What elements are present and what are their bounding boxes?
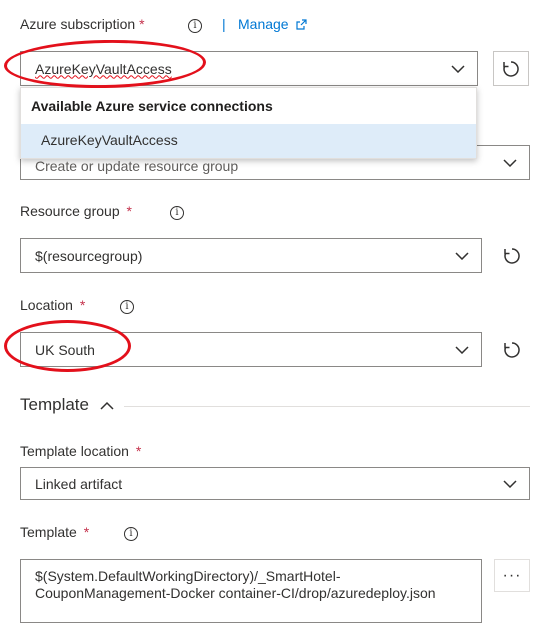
required-mark: * (126, 203, 132, 219)
location-label-text: Location (20, 297, 73, 313)
subscription-label: Azure subscription * (20, 16, 145, 32)
more-icon: ··· (502, 566, 522, 584)
dropdown-option[interactable]: AzureKeyVaultAccess (21, 124, 476, 158)
info-icon[interactable]: i (188, 19, 202, 33)
location-label: Location * (20, 297, 85, 313)
resource-group-label-text: Resource group (20, 203, 120, 219)
refresh-icon (503, 247, 520, 264)
dropdown-option-label: AzureKeyVaultAccess (41, 132, 178, 148)
manage-separator: | (222, 16, 226, 32)
required-mark: * (79, 297, 86, 313)
action-value: Create or update resource group (35, 158, 239, 174)
refresh-resource-group-button[interactable] (494, 238, 529, 273)
refresh-icon (503, 341, 520, 358)
chevron-down-icon (455, 345, 469, 354)
info-icon[interactable]: i (124, 527, 138, 541)
manage-link[interactable]: Manage (238, 16, 308, 32)
chevron-down-icon (503, 479, 517, 488)
template-path-input[interactable]: $(System.DefaultWorkingDirectory)/_Smart… (20, 559, 482, 623)
resource-group-label: Resource group * (20, 203, 132, 219)
chevron-up-icon (100, 401, 114, 410)
refresh-icon (503, 60, 519, 77)
template-location-label: Template location * (20, 443, 141, 459)
chevron-down-icon (451, 64, 465, 73)
manage-link-label[interactable]: Manage (238, 16, 289, 32)
refresh-location-button[interactable] (494, 332, 529, 367)
dropdown-header: Available Azure service connections (31, 98, 273, 114)
annotation-circle-location (4, 320, 131, 372)
subscription-label-text: Azure subscription (20, 16, 136, 32)
chevron-down-icon (503, 158, 517, 167)
template-path-value: $(System.DefaultWorkingDirectory)/_Smart… (35, 568, 436, 601)
template-section-header[interactable]: Template (20, 395, 114, 415)
template-label: Template * (20, 524, 89, 540)
service-connections-dropdown: Available Azure service connections Azur… (20, 87, 477, 159)
external-link-icon (296, 19, 308, 30)
refresh-subscription-button[interactable] (493, 51, 529, 86)
template-location-select[interactable]: Linked artifact (20, 467, 530, 500)
chevron-down-icon (455, 251, 469, 260)
browse-template-button[interactable]: ··· (494, 559, 530, 592)
template-location-value: Linked artifact (35, 475, 123, 492)
required-mark: * (135, 443, 142, 459)
template-section-title: Template (20, 395, 89, 414)
info-icon[interactable]: i (170, 206, 184, 220)
template-location-label-text: Template location (20, 443, 129, 459)
section-divider (124, 406, 530, 407)
info-icon[interactable]: i (120, 300, 134, 314)
required-mark: * (139, 16, 145, 32)
resource-group-value: $(resourcegroup) (35, 247, 143, 264)
template-label-text: Template (20, 524, 77, 540)
required-mark: * (83, 524, 90, 540)
resource-group-select[interactable]: $(resourcegroup) (20, 238, 482, 273)
